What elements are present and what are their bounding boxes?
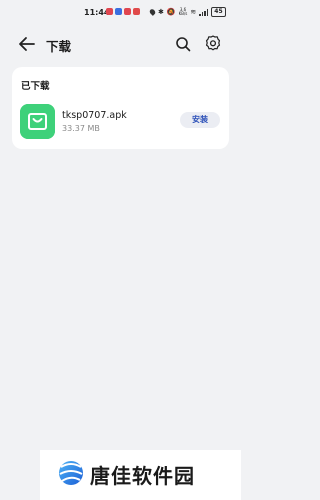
globe-logo-icon bbox=[59, 461, 83, 485]
section-title: 已下载 bbox=[21, 81, 50, 92]
location-icon bbox=[148, 8, 157, 16]
app-notification-icon bbox=[124, 8, 131, 15]
settings-gear-icon[interactable] bbox=[205, 35, 221, 51]
network-speed: 3.6 KB/s bbox=[178, 7, 188, 16]
file-size: 33.37 MB bbox=[62, 124, 100, 133]
mute-icon: 🔕 bbox=[166, 8, 176, 16]
search-icon[interactable] bbox=[175, 36, 191, 52]
watermark-text: 唐佳软件园 bbox=[90, 464, 195, 488]
signal-icon bbox=[199, 8, 209, 16]
system-icons: ✱ 🔕 3.6 KB/s ≋ 45 bbox=[148, 7, 226, 17]
page-title: 下载 bbox=[46, 39, 72, 54]
battery-level: 45 bbox=[211, 7, 226, 17]
file-name: tksp0707.apk bbox=[62, 110, 127, 121]
app-notification-icon bbox=[115, 8, 122, 15]
install-button[interactable]: 安装 bbox=[180, 112, 220, 128]
notification-icons bbox=[106, 8, 140, 15]
wifi-icon: ≋ bbox=[190, 8, 197, 16]
watermark: 唐佳软件园 bbox=[40, 450, 241, 500]
app-header: 下载 bbox=[0, 30, 241, 58]
status-bar: 11:44 ✱ 🔕 3.6 KB/s ≋ 45 bbox=[0, 0, 241, 26]
bluetooth-icon: ✱ bbox=[158, 8, 164, 16]
app-notification-icon bbox=[133, 8, 140, 15]
app-notification-icon bbox=[106, 8, 113, 15]
back-arrow-icon[interactable] bbox=[18, 36, 36, 52]
downloaded-card: 已下载 tksp0707.apk 33.37 MB 安装 bbox=[12, 67, 229, 149]
shopping-bag-app-icon bbox=[20, 104, 55, 139]
